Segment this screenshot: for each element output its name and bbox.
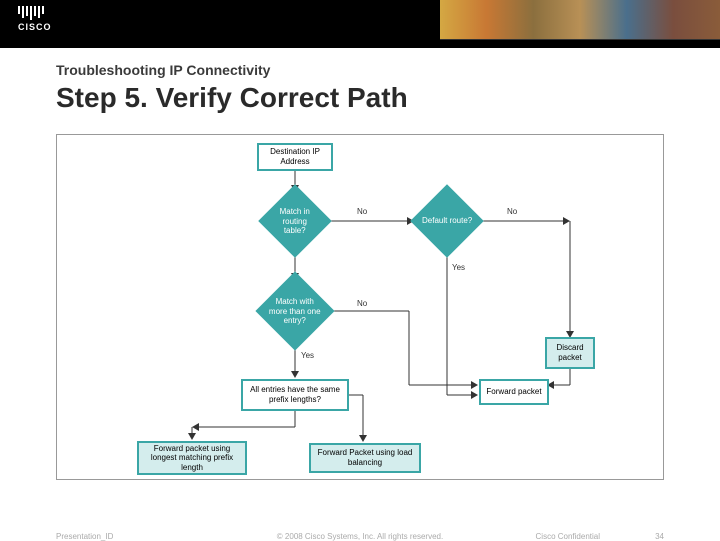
top-bar: CISCO [0, 0, 720, 48]
label-no-1: No [357, 207, 367, 216]
cisco-logo: CISCO [18, 6, 52, 32]
people-banner-image [440, 0, 720, 40]
slide-subtitle: Troubleshooting IP Connectivity [56, 62, 720, 78]
node-destination-ip: Destination IP Address [257, 143, 333, 171]
flowchart-container: Destination IP Address Match in routing … [56, 134, 664, 480]
node-match-routing-table: Match in routing table? [258, 184, 332, 258]
label-no-2: No [507, 207, 517, 216]
node-default-route: Default route? [410, 184, 484, 258]
label-yes-2: Yes [301, 351, 314, 360]
node-forward-longest-prefix: Forward packet using longest matching pr… [137, 441, 247, 475]
node-discard-packet: Discard packet [545, 337, 595, 369]
slide-header: Troubleshooting IP Connectivity Step 5. … [0, 48, 720, 126]
logo-text: CISCO [18, 22, 52, 32]
logo-bars-icon [18, 6, 52, 20]
label-yes-1: Yes [452, 263, 465, 272]
node-forward-load-balancing: Forward Packet using load balancing [309, 443, 421, 473]
node-same-prefix-lengths: All entries have the same prefix lengths… [241, 379, 349, 411]
node-forward-packet: Forward packet [479, 379, 549, 405]
slide-title: Step 5. Verify Correct Path [56, 82, 720, 114]
node-match-multi-entry: Match with more than one entry? [255, 271, 334, 350]
label-no-3: No [357, 299, 367, 308]
